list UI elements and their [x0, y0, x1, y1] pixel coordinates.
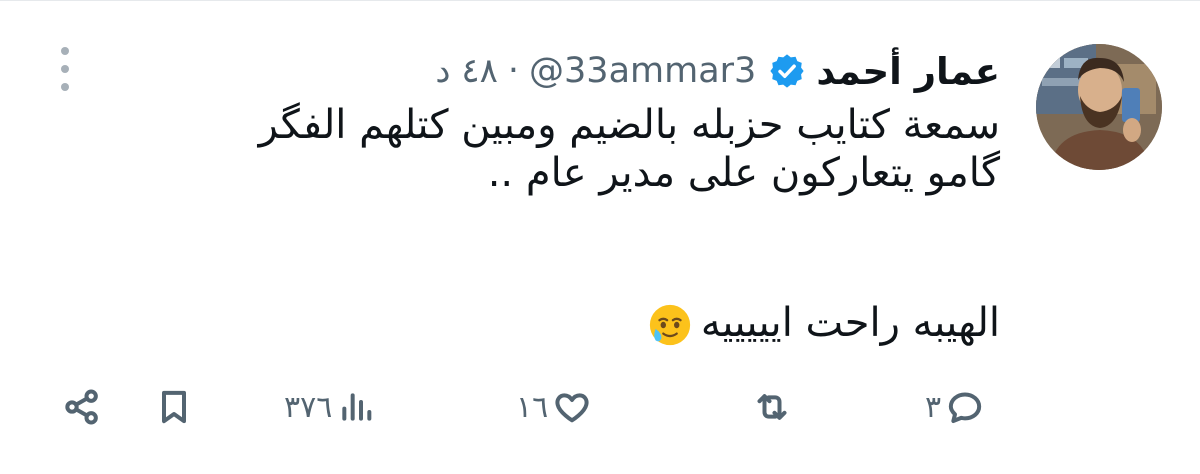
heart-icon — [555, 393, 589, 423]
face-holding-back-tears-icon — [649, 304, 690, 346]
verified-badge-icon — [770, 54, 804, 88]
more-dot — [61, 65, 69, 73]
more-dot — [61, 83, 69, 91]
reply-button[interactable]: ٣ — [925, 379, 985, 435]
views-button[interactable]: ٣٧٦ — [284, 379, 376, 435]
reply-count: ٣ — [925, 389, 942, 425]
author-name[interactable]: عمار أحمد — [816, 50, 1000, 93]
share-button[interactable] — [62, 379, 102, 435]
avatar-photo — [1036, 44, 1162, 170]
like-button[interactable]: ١٦ — [516, 379, 592, 435]
timestamp[interactable]: ٤٨ د — [435, 51, 497, 91]
action-bar: ٣ ١٦ ٣٧٦ — [0, 379, 1200, 435]
repost-button[interactable] — [752, 379, 796, 435]
tweet-line: گامو يتعاركون على مدير عام .. — [487, 150, 1000, 196]
more-dot — [61, 47, 69, 55]
dot-separator: · — [507, 51, 520, 91]
repost-icon — [757, 394, 787, 420]
reply-icon — [948, 392, 982, 423]
views-chart-icon — [342, 393, 372, 421]
avatar[interactable] — [1036, 44, 1162, 170]
tweet-line-last: الهيبه راحت ايييييه — [200, 299, 1000, 347]
like-count: ١٦ — [516, 389, 549, 425]
share-icon — [65, 389, 98, 425]
tweet-line: سمعة كتايب حزبله بالضيم ومبين كتلهم الفگ… — [258, 102, 1000, 148]
tweet-text: سمعة كتايب حزبله بالضيم ومبين كتلهم الفگ… — [200, 101, 1000, 347]
bookmark-icon — [162, 390, 186, 424]
tweet-line-text: الهيبه راحت ايييييه — [700, 300, 1000, 346]
tweet-header: عمار أحمد @33ammar3 · ٤٨ د — [435, 43, 1000, 99]
more-options-icon[interactable] — [58, 47, 72, 91]
views-count: ٣٧٦ — [284, 389, 333, 425]
bookmark-button[interactable] — [154, 379, 194, 435]
tweet-card[interactable]: عمار أحمد @33ammar3 · ٤٨ د سمعة كتايب حز… — [0, 0, 1200, 474]
author-handle[interactable]: @33ammar3 — [529, 51, 756, 91]
